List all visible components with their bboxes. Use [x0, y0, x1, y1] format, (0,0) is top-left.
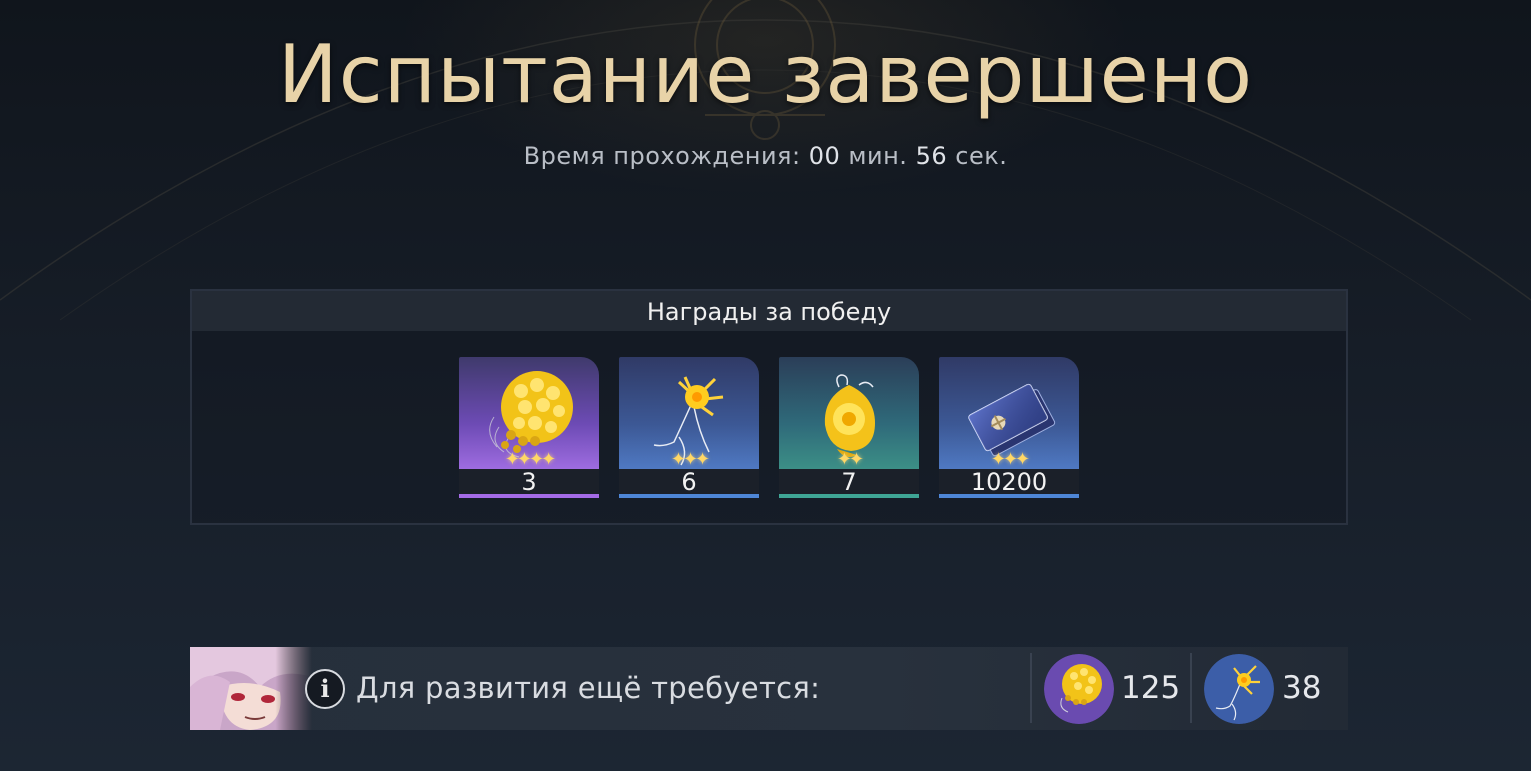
rarity-bar — [619, 494, 759, 498]
required-count: 125 — [1121, 670, 1181, 706]
rewards-panel: Награды за победу ✦✦✦✦ 3 ✦✦✦ 6 ✦✦ 7 ✦✦✦ … — [190, 289, 1348, 525]
golden-cluster-material-icon[interactable] — [1044, 654, 1114, 724]
reward-count: 10200 — [939, 469, 1079, 496]
reward-count: 7 — [779, 469, 919, 496]
completion-time-minutes-unit: мин. — [848, 142, 908, 170]
rarity-stars: ✦✦✦ — [670, 449, 710, 470]
rarity-stars: ✦✦ — [836, 449, 864, 470]
completion-time-seconds: 56 — [915, 142, 948, 170]
character-avatar[interactable] — [190, 647, 312, 730]
reward-item[interactable]: ✦✦ 7 — [779, 357, 919, 498]
reward-count: 3 — [459, 469, 599, 496]
rarity-stars: ✦✦✦ — [990, 449, 1030, 470]
info-icon[interactable]: i — [305, 669, 345, 709]
development-label: Для развития ещё требуется: — [356, 671, 821, 705]
challenge-complete-screen: Испытание завершено Время прохождения: 0… — [0, 0, 1531, 771]
reward-list: ✦✦✦✦ 3 ✦✦✦ 6 ✦✦ 7 ✦✦✦ 10200 — [459, 357, 1079, 498]
rarity-bar — [459, 494, 599, 498]
reward-count: 6 — [619, 469, 759, 496]
divider — [1190, 653, 1192, 723]
golden-neuron-material-icon[interactable] — [1204, 654, 1274, 724]
rarity-stars: ✦✦✦✦ — [504, 449, 556, 470]
rewards-header: Награды за победу — [192, 291, 1346, 331]
required-count: 38 — [1282, 670, 1322, 706]
development-requirements-bar: i Для развития ещё требуется: 125 38 — [190, 647, 1348, 730]
completion-time-seconds-unit: сек. — [955, 142, 1008, 170]
completion-time-label: Время прохождения: — [523, 142, 801, 170]
rarity-bar — [779, 494, 919, 498]
reward-item[interactable]: ✦✦✦ 10200 — [939, 357, 1079, 498]
rarity-bar — [939, 494, 1079, 498]
divider — [1030, 653, 1032, 723]
completion-time-minutes: 00 — [808, 142, 841, 170]
completion-time: Время прохождения: 00 мин. 56 сек. — [0, 142, 1531, 170]
reward-item[interactable]: ✦✦✦ 6 — [619, 357, 759, 498]
page-title: Испытание завершено — [277, 28, 1254, 121]
reward-item[interactable]: ✦✦✦✦ 3 — [459, 357, 599, 498]
